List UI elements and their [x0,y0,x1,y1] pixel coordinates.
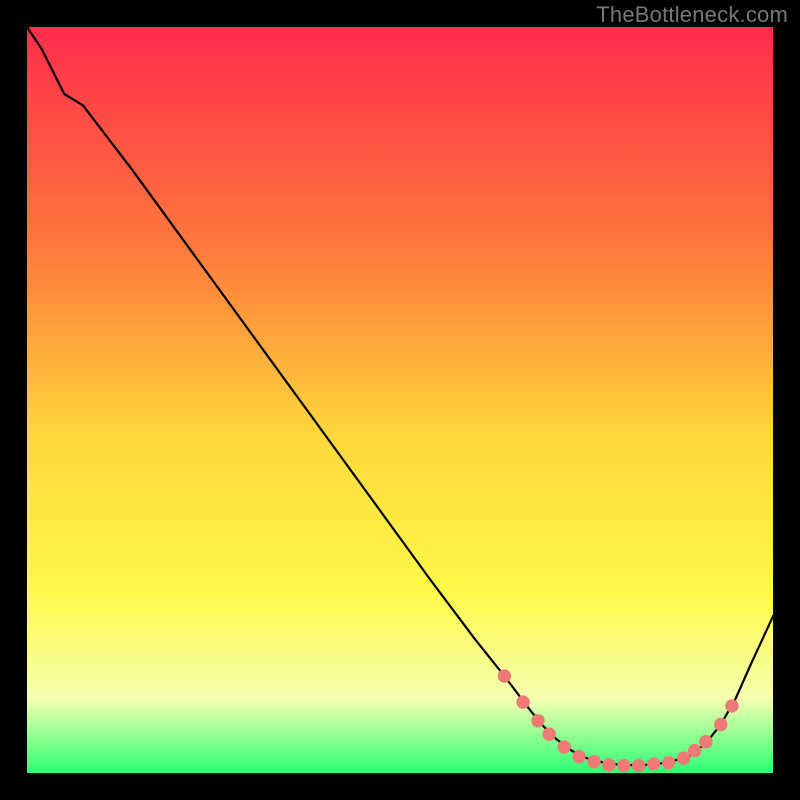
curve-marker [725,699,738,712]
curve-marker [699,735,712,748]
curve-marker [662,756,675,769]
curve-marker [647,757,660,770]
curve-marker [602,758,615,771]
watermark-label: TheBottleneck.com [596,2,788,28]
curve-marker [572,750,585,763]
curve-marker [531,714,544,727]
curve-marker [543,728,556,741]
curve-marker [632,759,645,772]
curve-marker [498,669,511,682]
curve-marker [587,755,600,768]
curve-marker [516,695,529,708]
curve-marker [714,718,727,731]
chart-gradient-bg [27,27,773,773]
curve-marker [557,740,570,753]
curve-marker [677,751,690,764]
chart-plot-area [27,27,773,773]
curve-marker [617,759,630,772]
chart-frame: TheBottleneck.com [0,0,800,800]
chart-svg [27,27,773,773]
curve-marker [688,744,701,757]
